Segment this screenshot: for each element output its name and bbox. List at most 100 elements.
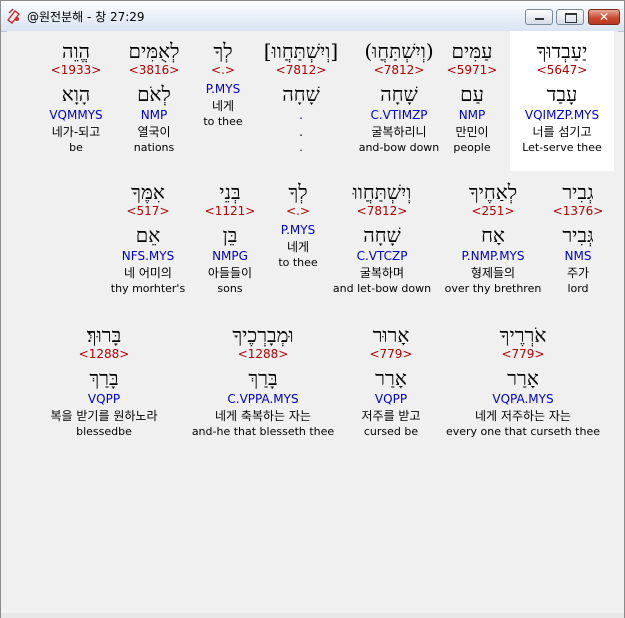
word-cell[interactable]: [וְיִשְׁתַּחֲווּ] <7812> שָׁחָה . . . xyxy=(253,31,349,171)
korean-gloss: 열국이 xyxy=(137,125,171,139)
hebrew-word: לְאַחֶיךָ xyxy=(468,180,518,204)
word-cell[interactable]: הֱוֵה <1933> הָוָא VQMMYS 네가-되고 be xyxy=(37,31,115,171)
strong-number[interactable]: <3816> xyxy=(115,63,193,77)
hebrew-word: בָּרוּךְ׃ xyxy=(86,323,122,347)
parsing-code: VQPP xyxy=(374,392,408,406)
lemma-word: אָח xyxy=(481,223,505,247)
hebrew-word: אֹרְרֶיךָ xyxy=(499,323,547,347)
korean-gloss: 굴복하며 xyxy=(359,266,405,280)
lemma-word: בָּרַךְ xyxy=(248,366,278,390)
word-cell[interactable]: לְךָ <.> P.MYS 네게 to thee xyxy=(193,31,253,171)
word-cell[interactable]: גְבִיר <1376> גְּבִיר NMS 주가 lord xyxy=(545,174,611,314)
korean-gloss: 네게 축복하는 자는 xyxy=(215,409,311,423)
hebrew-word: וּמְבָרְכֶיךָ xyxy=(232,323,294,347)
hebrew-word: עַמִּים xyxy=(451,39,493,63)
strong-number[interactable]: <251> xyxy=(441,204,545,218)
lemma-word: לְאֹם xyxy=(137,82,171,106)
strong-number[interactable]: <1288> xyxy=(183,347,343,361)
lemma-word: אָרַר xyxy=(375,366,407,390)
english-gloss: and let-bow down xyxy=(332,282,432,295)
strong-number[interactable]: <5971> xyxy=(439,63,505,77)
strong-number[interactable]: <1933> xyxy=(37,63,115,77)
app-window: @원전분해 - 창 27:29 ✕ יַעַבְדוּךָ <5647> עָב… xyxy=(0,0,625,618)
parsing-code: VQPP xyxy=(87,392,121,406)
word-cell[interactable]: עַמִּים <5971> עַם NMP 만민이 people xyxy=(439,31,505,171)
hebrew-word: בְּנֵי xyxy=(219,180,241,204)
lemma-word: עַם xyxy=(460,82,484,106)
korean-gloss: 저주를 받고 xyxy=(361,409,421,423)
korean-gloss: 네게 xyxy=(211,99,235,113)
english-gloss: sons xyxy=(217,282,243,295)
parsing-code: C.VTCZP xyxy=(356,249,408,263)
strong-number[interactable]: <.> xyxy=(193,63,253,77)
strong-number[interactable]: <5647> xyxy=(510,63,614,77)
strong-number[interactable]: <1376> xyxy=(545,204,611,218)
word-cell[interactable]: לְאֻמִּים <3816> לְאֹם NMP 열국이 nations xyxy=(115,31,193,171)
lemma-word: אָרַר xyxy=(507,366,539,390)
korean-gloss: 형제들의 xyxy=(470,266,516,280)
english-gloss: be xyxy=(69,141,83,154)
korean-gloss: 주가 xyxy=(566,266,590,280)
word-cell[interactable]: אִמֶּךָ <517> אֵם NFS.MYS 네 어미의 thy morh… xyxy=(105,174,191,314)
lemma-word: בָּרַךְ xyxy=(89,366,119,390)
word-cell[interactable]: (וְיִשְׁתַּחֲוּ) <7812> שָׁחָה C.VTIMZP … xyxy=(351,31,447,171)
korean-gloss: 네게 저주하는 자는 xyxy=(475,409,571,423)
korean-gloss: 만민이 xyxy=(455,125,489,139)
word-cell[interactable]: וְיִשְׁתַּחֲווּ <7812> שָׁחָה C.VTCZP 굴복… xyxy=(329,174,435,314)
lemma-word: שָׁחָה xyxy=(363,223,401,247)
word-cell[interactable]: בְּנֵי <1121> בֵּן NMPG 아들들이 sons xyxy=(197,174,263,314)
word-cell[interactable]: אָרוּר <779> אָרַר VQPP 저주를 받고 cursed be xyxy=(343,317,439,457)
parsing-code: NMP xyxy=(458,108,486,122)
hebrew-word: (וְיִשְׁתַּחֲוּ) xyxy=(364,39,434,63)
parsing-code: NMP xyxy=(140,108,168,122)
word-cell[interactable]: בָּרוּךְ׃ <1288> בָּרַךְ VQPP 복을 받기를 원하노… xyxy=(29,317,179,457)
word-cell[interactable]: לְאַחֶיךָ <251> אָח P.NMP.MYS 형제들의 over … xyxy=(441,174,545,314)
hebrew-word: הֱוֵה xyxy=(61,39,91,63)
strong-number[interactable]: <1288> xyxy=(29,347,179,361)
hebrew-word: אִמֶּךָ xyxy=(131,180,165,204)
strong-number[interactable]: <1121> xyxy=(197,204,263,218)
english-gloss: over thy brethren xyxy=(444,282,542,295)
strong-number[interactable]: <7812> xyxy=(329,204,435,218)
close-icon: ✕ xyxy=(598,10,610,24)
strong-number[interactable]: <517> xyxy=(105,204,191,218)
minimize-icon xyxy=(535,18,544,20)
parsing-code: NMPG xyxy=(212,249,248,263)
english-gloss: blessedbe xyxy=(76,425,132,438)
english-gloss: nations xyxy=(133,141,175,154)
close-button[interactable]: ✕ xyxy=(588,9,620,25)
maximize-icon xyxy=(565,13,577,23)
strong-number[interactable]: <.> xyxy=(271,204,325,218)
english-gloss: to thee xyxy=(278,256,318,269)
window-bottom-border xyxy=(1,613,624,618)
hebrew-word: לְאֻמִּים xyxy=(128,39,180,63)
parsing-code: P.NMP.MYS xyxy=(461,249,525,263)
parsing-code: VQMMYS xyxy=(49,108,103,122)
english-gloss: and-he that blesseth thee xyxy=(191,425,335,438)
english-gloss: cursed be xyxy=(363,425,419,438)
english-gloss: people xyxy=(453,141,491,154)
strong-number[interactable]: <7812> xyxy=(351,63,447,77)
parsing-code: VQIMZP.MYS xyxy=(524,108,600,122)
korean-gloss: 아들들이 xyxy=(207,266,253,280)
hebrew-word: יַעַבְדוּךָ xyxy=(536,39,588,63)
strong-number[interactable]: <779> xyxy=(343,347,439,361)
korean-gloss: 너를 섬기고 xyxy=(532,125,592,139)
hebrew-word: לְךָ xyxy=(288,180,308,204)
english-gloss: and-bow down xyxy=(358,141,440,154)
word-cell[interactable]: אֹרְרֶיךָ <779> אָרַר VQPA.MYS 네게 저주하는 자… xyxy=(441,317,605,457)
korean-gloss: 네 어미의 xyxy=(124,266,172,280)
minimize-button[interactable] xyxy=(525,9,553,25)
word-cell[interactable]: וּמְבָרְכֶיךָ <1288> בָּרַךְ C.VPPA.MYS … xyxy=(183,317,343,457)
word-cell[interactable]: לְךָ <.> P.MYS 네게 to thee xyxy=(271,174,325,314)
parsing-code: P.MYS xyxy=(280,223,316,237)
interlinear-panel: יַעַבְדוּךָ <5647> עָבַד VQIMZP.MYS 너를 섬… xyxy=(7,31,618,613)
strong-number[interactable]: <779> xyxy=(441,347,605,361)
strong-number[interactable]: <7812> xyxy=(253,63,349,77)
lemma-word: שָׁחָה xyxy=(380,82,418,106)
hebrew-word: אָרוּר xyxy=(372,323,410,347)
title-bar[interactable]: @원전분해 - 창 27:29 ✕ xyxy=(1,1,624,32)
word-cell[interactable]: יַעַבְדוּךָ <5647> עָבַד VQIMZP.MYS 너를 섬… xyxy=(510,31,614,171)
window-title: @원전분해 - 창 27:29 xyxy=(27,10,145,24)
maximize-button[interactable] xyxy=(556,9,584,25)
